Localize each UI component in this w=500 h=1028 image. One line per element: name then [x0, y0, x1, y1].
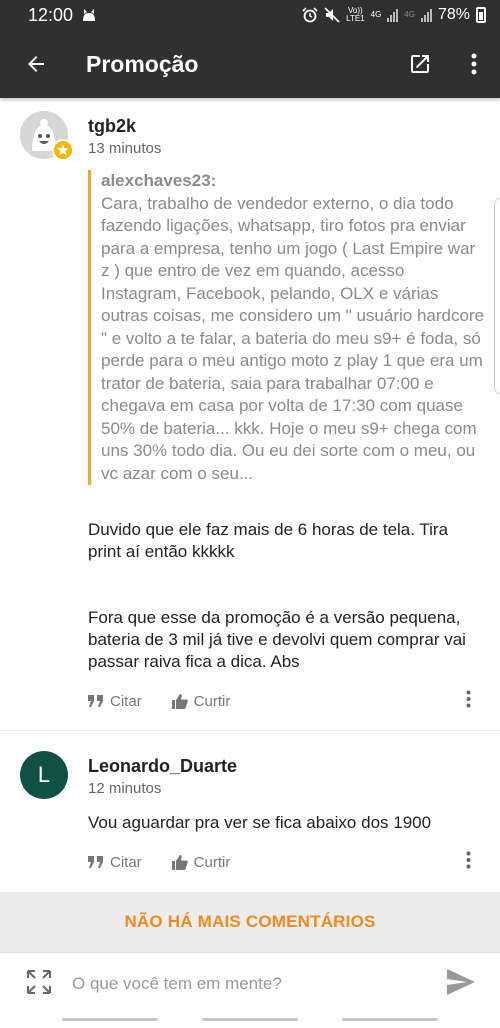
avatar[interactable]: L: [20, 751, 68, 799]
comment-more-button[interactable]: [466, 690, 471, 712]
comment-username[interactable]: tgb2k: [88, 116, 136, 137]
quote-label: Citar: [110, 692, 142, 710]
send-button[interactable]: [446, 969, 476, 997]
more-vert-icon: [471, 53, 477, 75]
quote-label: Citar: [110, 853, 142, 871]
expand-editor-button[interactable]: [26, 969, 52, 995]
network-type-1: 4G: [370, 10, 382, 19]
comment-username[interactable]: Leonardo_Duarte: [88, 756, 237, 777]
scrollbar[interactable]: [494, 198, 500, 394]
divider: [0, 730, 500, 731]
comment-input-bar: [0, 952, 500, 1014]
quoted-comment: alexchaves23: Cara, trabalho de vendedor…: [88, 170, 488, 485]
nav-recent-button[interactable]: [62, 1018, 158, 1021]
user-level-badge: [52, 139, 74, 161]
volte-bottom-label: LTE1: [346, 14, 365, 23]
no-more-comments-label: NÃO HÁ MAIS COMENTÁRIOS: [124, 912, 376, 931]
nav-back-button[interactable]: [342, 1018, 438, 1021]
quote-button[interactable]: Citar: [88, 693, 142, 710]
more-vert-icon: [466, 851, 471, 869]
overflow-menu-button[interactable]: [460, 48, 488, 80]
comment-text-paragraph: Vou aguardar pra ver se fica abaixo dos …: [88, 813, 432, 832]
comment-time: 12 minutos: [88, 780, 162, 797]
navigation-bar: [0, 1014, 500, 1028]
thumbs-up-icon: [171, 854, 188, 870]
alarm-icon: [302, 7, 318, 23]
back-button[interactable]: [18, 46, 54, 82]
status-bar: 12:00 Vo)) LTE1 4G 4G 78%: [0, 0, 500, 30]
like-label: Curtir: [193, 853, 231, 871]
send-icon: [447, 969, 475, 995]
signal-icon: [387, 8, 399, 22]
quote-icon: [88, 856, 103, 868]
signal-icon-2: [420, 8, 432, 22]
comment-actions: Citar Curtir: [88, 689, 483, 713]
mute-icon: [324, 7, 340, 23]
open-external-button[interactable]: [404, 48, 436, 80]
back-arrow-icon: [28, 56, 44, 72]
volte-icon: Vo)) LTE1: [346, 7, 365, 23]
like-button[interactable]: Curtir: [171, 692, 231, 710]
like-label: Curtir: [193, 692, 231, 710]
quote-button[interactable]: Citar: [88, 854, 142, 871]
expand-icon: [27, 970, 51, 994]
status-time: 12:00: [28, 4, 74, 25]
comment-text-paragraph: Duvido que ele faz mais de 6 horas de te…: [88, 520, 449, 561]
external-link-icon: [411, 55, 429, 73]
quoted-author: alexchaves23:: [101, 171, 217, 190]
network-type-2: 4G: [404, 10, 415, 19]
nav-home-button[interactable]: [202, 1018, 298, 1021]
badge-star-icon: [57, 144, 69, 156]
comment-actions: Citar Curtir: [88, 850, 483, 874]
quote-icon: [88, 695, 103, 707]
thumbs-up-icon: [171, 693, 188, 709]
page-title: Promoção: [86, 50, 199, 77]
no-more-comments-banner: NÃO HÁ MAIS COMENTÁRIOS: [0, 892, 500, 952]
comment-time: 13 minutos: [88, 140, 162, 157]
quoted-text: Cara, trabalho de vendedor externo, o di…: [101, 193, 485, 483]
cat-notification-icon: [83, 9, 96, 21]
battery-icon: [476, 7, 486, 23]
more-vert-icon: [466, 690, 471, 708]
like-button[interactable]: Curtir: [171, 853, 231, 871]
comment-input[interactable]: [72, 970, 412, 998]
comment-more-button[interactable]: [466, 851, 471, 873]
avatar-letter: L: [37, 762, 51, 787]
app-bar: Promoção: [0, 30, 500, 98]
battery-percent: 78%: [437, 6, 470, 23]
comment-text-paragraph: Fora que esse da promoção é a versão peq…: [88, 608, 466, 671]
